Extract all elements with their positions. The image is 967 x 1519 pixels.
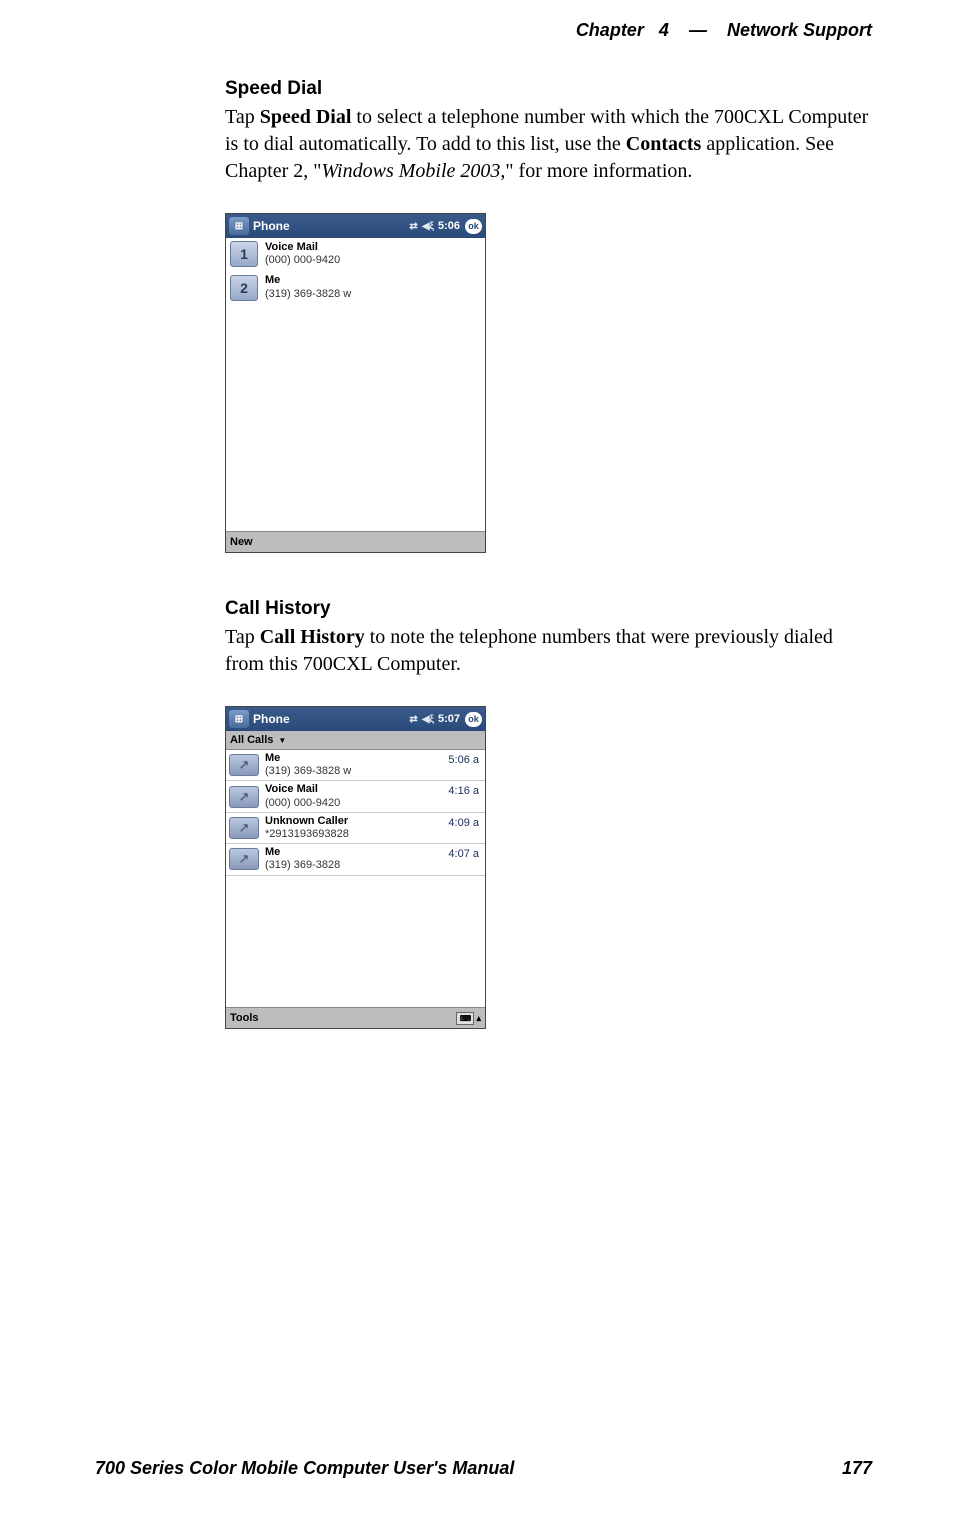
app-title: Phone [253, 712, 290, 726]
ok-button[interactable]: ok [465, 219, 482, 234]
ok-button[interactable]: ok [465, 712, 482, 727]
filter-bar[interactable]: All Calls ▼ [226, 731, 485, 750]
contact-number: (319) 369-3828 w [265, 765, 448, 778]
call-history-list: ↗ Me (319) 369-3828 w 5:06 a ↗ Voice Mai… [226, 750, 485, 1007]
page-footer: 700 Series Color Mobile Computer User's … [95, 1458, 872, 1479]
filter-label: All Calls [230, 734, 273, 746]
connectivity-icon[interactable]: ⇄ [409, 714, 417, 725]
call-history-item[interactable]: ↗ Me (319) 369-3828 4:07 a [226, 844, 485, 875]
outgoing-call-icon: ↗ [229, 786, 259, 808]
contact-number: (000) 000-9420 [265, 254, 340, 267]
chapter-label: Chapter [576, 20, 644, 40]
bottom-toolbar: New [226, 531, 485, 552]
contact-number: (000) 000-9420 [265, 797, 448, 810]
section-heading-speed-dial: Speed Dial [225, 78, 870, 100]
app-title: Phone [253, 219, 290, 233]
contact-name: Me [265, 274, 351, 287]
tools-button[interactable]: Tools [230, 1012, 259, 1024]
contact-name: Me [265, 752, 448, 765]
call-history-item[interactable]: ↗ Unknown Caller *2913193693828 4:09 a [226, 813, 485, 844]
page-header: Chapter 4 — Network Support [576, 20, 872, 41]
windows-mobile-italic: Windows Mobile 2003, [321, 160, 505, 182]
speed-dial-number-badge: 1 [230, 241, 258, 267]
call-history-item[interactable]: ↗ Voice Mail (000) 000-9420 4:16 a [226, 781, 485, 812]
speaker-icon[interactable]: ◀ξ [422, 221, 434, 232]
outgoing-call-icon: ↗ [229, 754, 259, 776]
start-icon[interactable]: ⊞ [229, 217, 249, 235]
call-time: 5:06 a [448, 754, 482, 766]
titlebar[interactable]: ⊞ Phone ⇄ ◀ξ 5:07 ok [226, 707, 485, 731]
call-time: 4:07 a [448, 848, 482, 860]
speed-dial-item[interactable]: 1 Voice Mail (000) 000-9420 [226, 238, 485, 271]
speed-dial-list: 1 Voice Mail (000) 000-9420 2 Me (319) 3… [226, 238, 485, 531]
call-time: 4:16 a [448, 785, 482, 797]
titlebar[interactable]: ⊞ Phone ⇄ ◀ξ 5:06 ok [226, 214, 485, 238]
call-history-bold: Call History [260, 626, 365, 648]
clock: 5:07 [438, 713, 460, 725]
call-history-item[interactable]: ↗ Me (319) 369-3828 w 5:06 a [226, 750, 485, 781]
outgoing-call-icon: ↗ [229, 817, 259, 839]
call-history-screenshot: ⊞ Phone ⇄ ◀ξ 5:07 ok All Calls ▼ ↗ Me (3… [225, 706, 486, 1029]
connectivity-icon[interactable]: ⇄ [409, 221, 417, 232]
speed-dial-item[interactable]: 2 Me (319) 369-3828 w [226, 271, 485, 304]
contacts-bold: Contacts [626, 133, 702, 155]
clock: 5:06 [438, 220, 460, 232]
new-button[interactable]: New [230, 536, 253, 548]
contact-name: Unknown Caller [265, 815, 448, 828]
contact-number: (319) 369-3828 w [265, 288, 351, 301]
contact-name: Me [265, 846, 448, 859]
start-icon[interactable]: ⊞ [229, 710, 249, 728]
outgoing-call-icon: ↗ [229, 848, 259, 870]
contact-number: *2913193693828 [265, 828, 448, 841]
section-heading-call-history: Call History [225, 598, 870, 620]
header-dash: — [689, 20, 707, 40]
speed-dial-paragraph: Tap Speed Dial to select a telephone num… [225, 104, 870, 185]
contact-number: (319) 369-3828 [265, 859, 448, 872]
contact-name: Voice Mail [265, 783, 448, 796]
call-time: 4:09 a [448, 817, 482, 829]
header-title: Network Support [727, 20, 872, 40]
chapter-number: 4 [659, 20, 669, 40]
bottom-toolbar: Tools ⌨ ▴ [226, 1007, 485, 1028]
manual-title: 700 Series Color Mobile Computer User's … [95, 1458, 514, 1479]
up-arrow-icon[interactable]: ▴ [476, 1013, 481, 1024]
contact-name: Voice Mail [265, 241, 340, 254]
speed-dial-screenshot: ⊞ Phone ⇄ ◀ξ 5:06 ok 1 Voice Mail (000) … [225, 213, 486, 553]
dropdown-arrow-icon: ▼ [278, 736, 286, 745]
speed-dial-number-badge: 2 [230, 275, 258, 301]
call-history-paragraph: Tap Call History to note the telephone n… [225, 624, 870, 678]
speed-dial-bold: Speed Dial [260, 106, 352, 128]
speaker-icon[interactable]: ◀ξ [422, 714, 434, 725]
keyboard-icon[interactable]: ⌨ [456, 1012, 474, 1025]
page-number: 177 [842, 1458, 872, 1479]
